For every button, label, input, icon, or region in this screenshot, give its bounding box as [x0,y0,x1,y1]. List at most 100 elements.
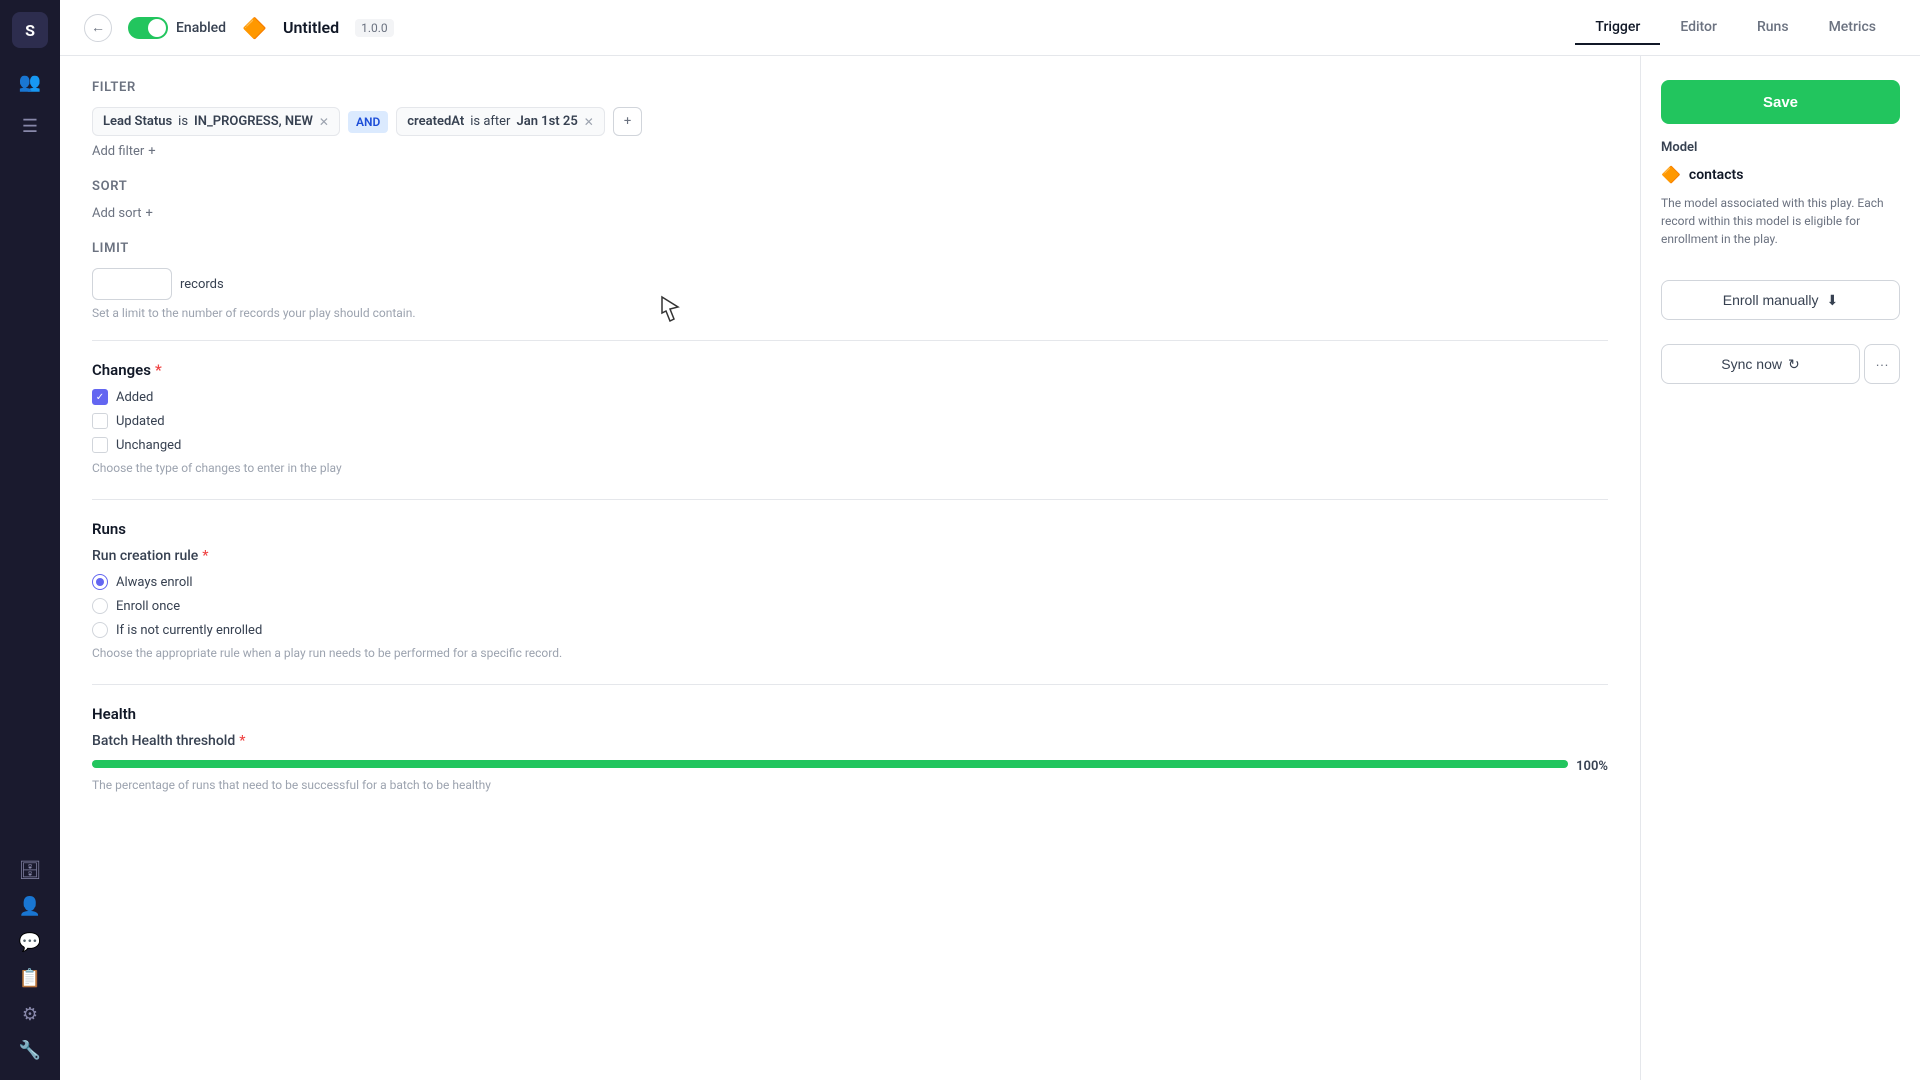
divider-2 [92,499,1608,500]
checkbox-unchanged-row: Unchanged [92,437,1608,453]
add-sort-button[interactable]: Add sort + [92,206,1608,221]
checkbox-added-row: ✓ Added [92,389,1608,405]
enroll-icon: ⬇ [1826,292,1838,309]
tab-runs[interactable]: Runs [1737,11,1809,45]
filter-close-2[interactable]: ✕ [584,115,594,129]
checkbox-updated[interactable] [92,413,108,429]
sidebar: S 👥 ☰ 🗄 👤 💬 📋 ⚙ 🔧 [0,0,60,1080]
sidebar-icon-user[interactable]: 👤 [12,888,48,924]
tab-metrics[interactable]: Metrics [1809,11,1896,45]
model-desc: The model associated with this play. Eac… [1661,194,1900,248]
changes-title: Changes * [92,361,1608,379]
main-wrap: ← Enabled 🔶 Untitled 1.0.0 Trigger Edito… [60,0,1920,1080]
center-content: Filter Lead Status is IN_PROGRESS, NEW ✕… [60,56,1640,1080]
checkbox-updated-label: Updated [116,414,165,429]
health-section-label: Health [92,705,136,723]
divider-3 [92,684,1608,685]
app-logo: S [12,12,48,48]
save-button[interactable]: Save [1661,80,1900,124]
right-panel: Save Model 🔶 contacts The model associat… [1640,56,1920,1080]
filter-tag-lead-status[interactable]: Lead Status is IN_PROGRESS, NEW ✕ [92,107,340,136]
model-name: contacts [1689,167,1743,183]
sidebar-icon-settings[interactable]: ⚙ [12,996,48,1032]
health-title: Health [92,705,1608,723]
radio-once-row: Enroll once [92,598,1608,614]
run-rule-required: * [202,548,208,564]
radio-not-enrolled-row: If is not currently enrolled [92,622,1608,638]
radio-not-enrolled[interactable] [92,622,108,638]
workflow-title: Untitled [283,18,339,37]
content-area: Filter Lead Status is IN_PROGRESS, NEW ✕… [60,56,1920,1080]
radio-enroll-once[interactable] [92,598,108,614]
run-creation-rule-title: Run creation rule * [92,548,1608,564]
radio-always-enroll[interactable] [92,574,108,590]
sidebar-icon-chat[interactable]: 💬 [12,924,48,960]
add-filter-button[interactable]: Add filter + [92,144,1608,159]
limit-hint: Set a limit to the number of records you… [92,306,1608,320]
progress-bar-fill [92,760,1568,768]
filter-op-1: is [178,114,188,129]
tab-trigger[interactable]: Trigger [1575,11,1660,45]
runs-title: Runs [92,520,1608,538]
enabled-toggle[interactable] [128,17,168,39]
sort-section: Sort Add sort + [92,179,1608,221]
health-hint: The percentage of runs that need to be s… [92,778,1608,792]
threshold-title: Batch Health threshold * [92,733,1608,749]
more-icon: ··· [1875,357,1888,372]
sync-icon: ↻ [1788,356,1800,373]
threshold-label: Batch Health threshold [92,733,235,749]
filter-tags: Lead Status is IN_PROGRESS, NEW ✕ AND cr… [92,107,1608,136]
divider-1 [92,340,1608,341]
model-hubspot-icon: 🔶 [1661,165,1681,184]
add-filter-plus[interactable]: + [613,107,642,136]
back-button[interactable]: ← [84,14,112,42]
progress-label: 100% [1576,759,1608,774]
changes-section: Changes * ✓ Added Updated Unchanged Choo… [92,361,1608,475]
runs-section-label: Runs [92,520,126,538]
toggle-wrap: Enabled [128,17,226,39]
filter-label: Filter [92,80,1608,95]
model-item: 🔶 contacts [1661,165,1900,184]
hubspot-icon: 🔶 [242,16,267,40]
checkbox-updated-row: Updated [92,413,1608,429]
limit-input[interactable] [92,268,172,300]
filter-value-1: IN_PROGRESS, NEW [194,114,313,129]
sidebar-icon-back[interactable]: 👥 [12,64,48,100]
radio-once-label: Enroll once [116,599,180,614]
radio-always-label: Always enroll [116,575,193,590]
version-badge: 1.0.0 [355,19,394,37]
filter-field-2: createdAt [407,114,464,129]
filter-close-1[interactable]: ✕ [319,115,329,129]
more-options-button[interactable]: ··· [1864,344,1900,384]
radio-always-row: Always enroll [92,574,1608,590]
runs-hint: Choose the appropriate rule when a play … [92,646,1608,660]
sidebar-icon-log[interactable]: 📋 [12,960,48,996]
sync-row: Sync now ↻ ··· [1661,344,1900,384]
threshold-required: * [239,733,245,749]
progress-row: 100% [92,759,1608,774]
sync-now-button[interactable]: Sync now ↻ [1661,344,1860,384]
sidebar-icon-db[interactable]: 🗄 [12,852,48,888]
changes-required: * [155,361,162,379]
filter-tag-created-at[interactable]: createdAt is after Jan 1st 25 ✕ [396,107,605,136]
sidebar-icon-list[interactable]: ☰ [12,108,48,144]
sidebar-icon-tools[interactable]: 🔧 [12,1032,48,1068]
limit-label: Limit [92,241,1608,256]
toggle-label: Enabled [176,20,226,36]
radio-not-enrolled-label: If is not currently enrolled [116,623,262,638]
model-section: Model 🔶 contacts The model associated wi… [1661,140,1900,264]
model-title: Model [1661,140,1900,155]
run-rule-label: Run creation rule [92,548,198,564]
health-section: Health Batch Health threshold * 100% The… [92,705,1608,792]
enroll-manually-button[interactable]: Enroll manually ⬇ [1661,280,1900,320]
add-sort-label: Add sort [92,206,141,221]
limit-row: records [92,268,1608,300]
topbar: ← Enabled 🔶 Untitled 1.0.0 Trigger Edito… [60,0,1920,56]
and-badge: AND [348,111,388,133]
filter-value-2: Jan 1st 25 [516,114,577,129]
checkbox-added[interactable]: ✓ [92,389,108,405]
tab-editor[interactable]: Editor [1660,11,1737,45]
checkbox-unchanged[interactable] [92,437,108,453]
sync-now-label: Sync now [1721,356,1782,372]
filter-field-1: Lead Status [103,114,172,129]
